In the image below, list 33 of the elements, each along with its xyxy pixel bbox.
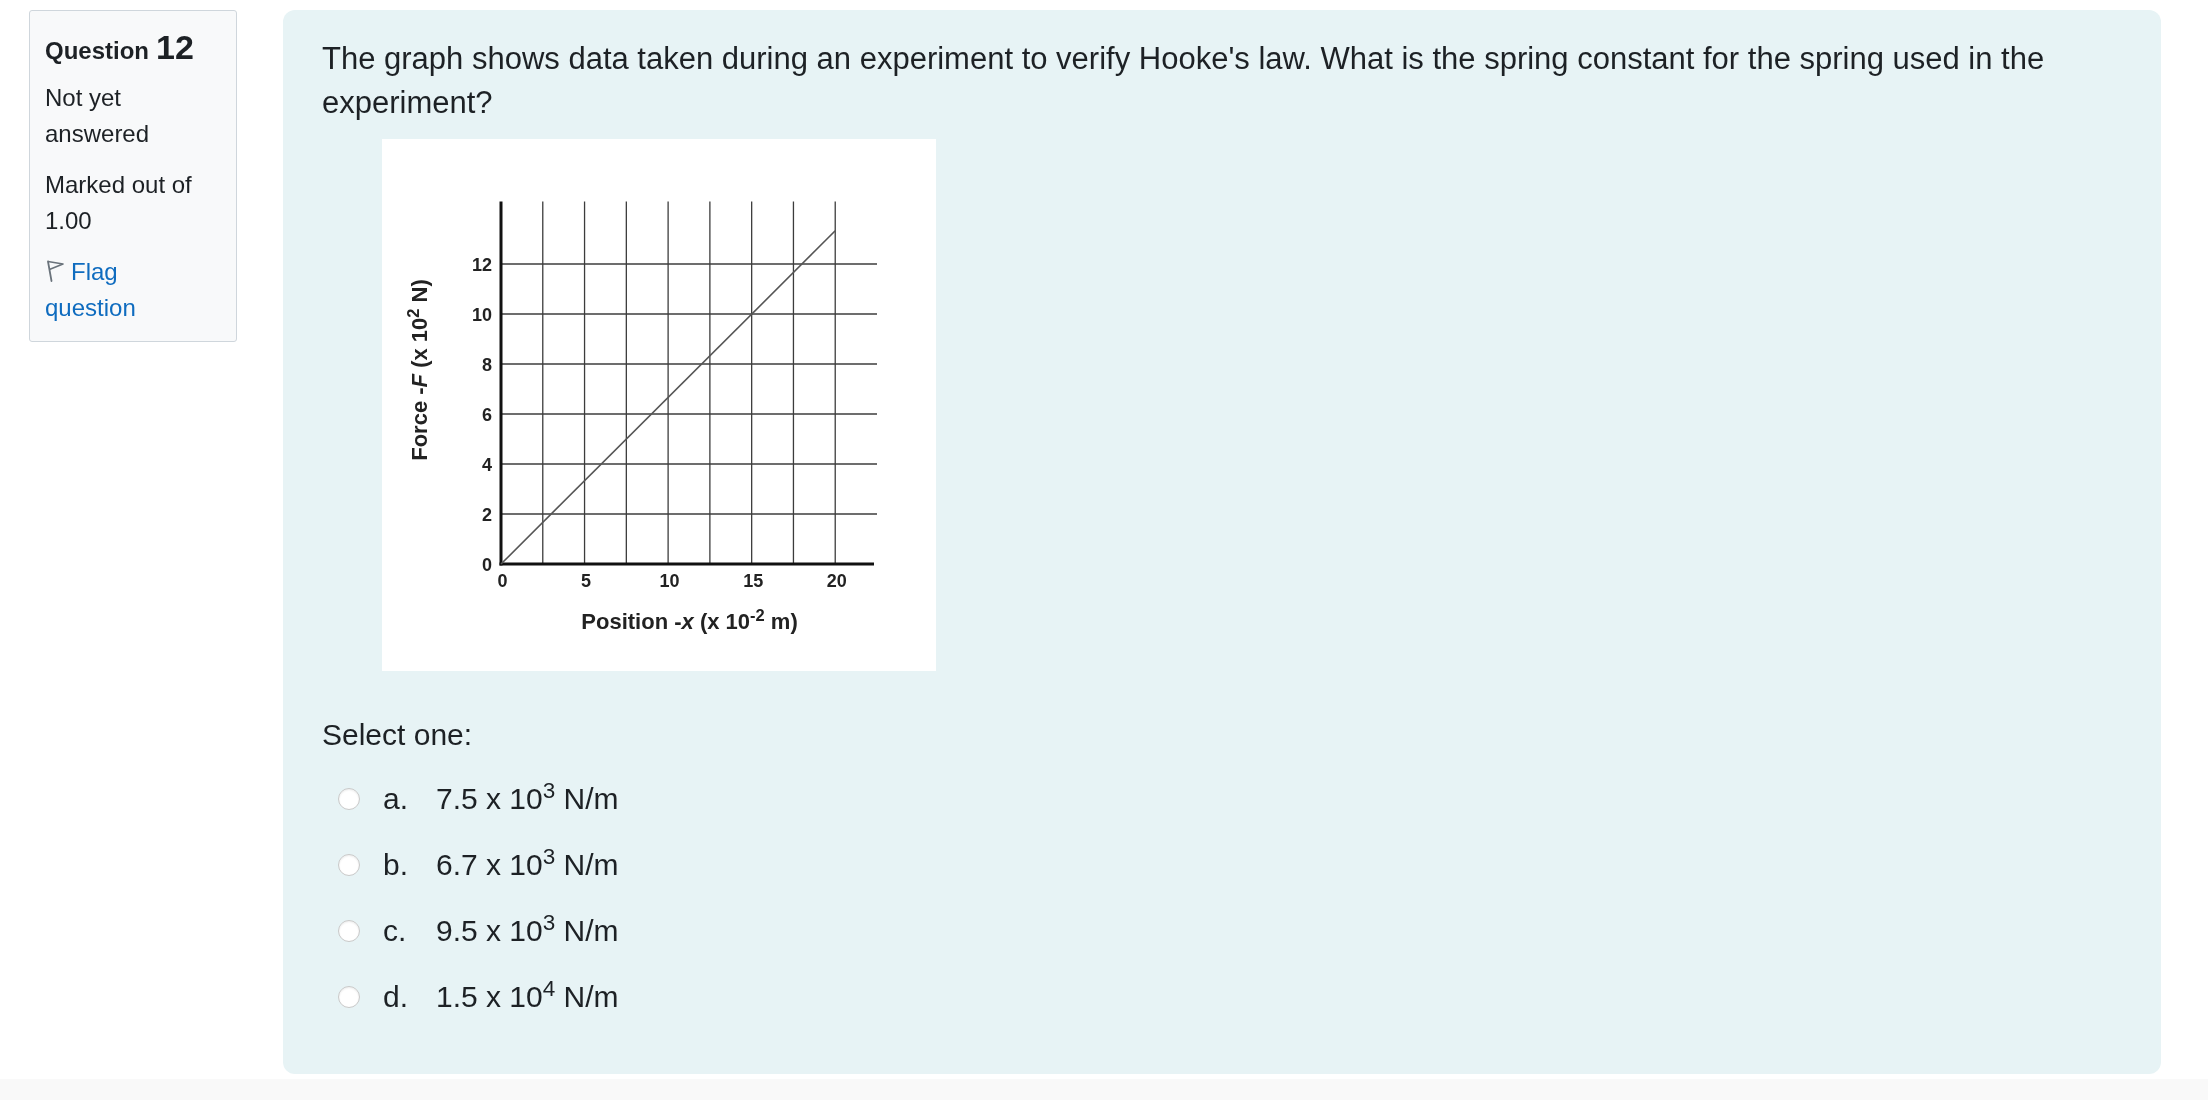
select-one-label: Select one: <box>322 717 474 753</box>
radio-button[interactable] <box>338 788 360 810</box>
x-tick-label: 10 <box>659 571 680 591</box>
option-letter: a. <box>383 781 410 817</box>
option-text: 9.5 x 10$^{3}$ N/m <box>436 911 619 949</box>
radio-button[interactable] <box>338 920 360 942</box>
x-axis-title: Position -x (x 10$^{-2}$ m) <box>581 609 798 635</box>
question-label: Question <box>45 36 149 66</box>
question-status: Not yet answered <box>45 83 151 149</box>
y-tick-label: 4 <box>482 454 492 475</box>
radio-button[interactable] <box>338 986 360 1008</box>
x-tick-label: 5 <box>581 571 592 591</box>
question-number: 12 <box>156 27 194 67</box>
y-tick-label: 2 <box>482 504 492 525</box>
y-tick-label: 10 <box>471 304 492 325</box>
x-tick-label: 0 <box>497 571 508 591</box>
y-tick-label: 0 <box>482 554 492 575</box>
option-letter: c. <box>383 913 408 949</box>
option-text: 7.5 x 10$^{3}$ N/m <box>436 779 619 817</box>
option-text: 1.5 x 10$^{4}$ N/m <box>436 977 619 1015</box>
y-tick-label: 8 <box>482 354 492 375</box>
option-letter: d. <box>383 979 410 1015</box>
x-tick-label: 15 <box>743 571 764 591</box>
x-tick-label: 20 <box>826 571 847 591</box>
option-text: 6.7 x 10$^{3}$ N/m <box>436 845 619 883</box>
radio-button[interactable] <box>338 854 360 876</box>
flag-icon[interactable] <box>45 260 65 282</box>
option-letter: b. <box>383 847 410 883</box>
y-tick-label: 12 <box>471 254 492 275</box>
marked-out-of: Marked out of 1.00 <box>45 170 193 236</box>
flag-question-link[interactable]: Flag question <box>45 254 212 326</box>
question-text: The graph shows data taken during an experiment to verify Hooke's law. What is the spring constant for the spring used in the experiment? <box>322 40 2046 122</box>
y-tick-label: 6 <box>482 404 492 425</box>
